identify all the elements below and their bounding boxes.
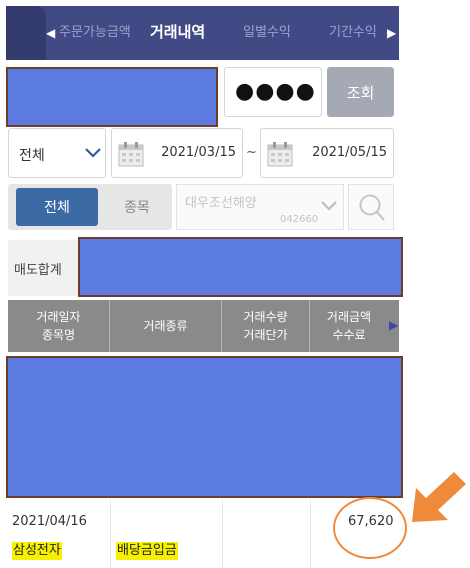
column-header-amount: 거래금액 수수료 — [326, 310, 372, 342]
amount-highlight-circle — [333, 497, 407, 559]
table-scroll-right-icon[interactable]: ▶ — [389, 318, 398, 332]
scope-all-button[interactable]: 전체 — [16, 188, 98, 226]
chevron-down-icon — [85, 148, 101, 158]
calendar-icon — [118, 142, 144, 167]
date-range-separator: ~ — [246, 145, 257, 160]
stock-name: 대우조선해양 — [185, 196, 257, 211]
tab-period-profit[interactable]: 기간수익 — [329, 24, 377, 42]
row-date: 2021/04/16 — [12, 514, 87, 529]
chevron-down-icon — [321, 201, 337, 211]
tab-orderable-amount[interactable]: 주문가능금액 — [59, 24, 131, 42]
start-date-value: 2021/03/15 — [161, 145, 236, 160]
query-button[interactable]: 조회 — [327, 67, 394, 117]
tab-prev-icon[interactable]: ◀ — [46, 25, 55, 41]
tab-daily-profit[interactable]: 일별수익 — [243, 24, 291, 42]
scope-segmented-control: 전체 종목 — [8, 184, 172, 230]
sell-total-redacted — [78, 237, 403, 297]
transaction-type-select[interactable]: 전체 — [8, 128, 106, 178]
stock-select[interactable]: 대우조선해양 042660 — [176, 184, 344, 230]
stock-code: 042660 — [280, 214, 319, 225]
transaction-rows-redacted — [6, 356, 403, 498]
row-stock-name: 삼성전자 — [12, 542, 62, 560]
table-header: 거래일자 종목명 거래종류 거래수량 거래단가 거래금액 수수료 ▶ — [8, 300, 399, 352]
column-header-quantity: 거래수량 거래단가 — [222, 300, 310, 352]
row-transaction-type: 배당금입금 — [116, 542, 178, 560]
sell-total-label: 매도합계 — [14, 263, 62, 278]
column-divider — [110, 500, 111, 568]
end-date-field[interactable]: 2021/05/15 — [260, 128, 394, 178]
account-number-redacted[interactable] — [6, 67, 218, 127]
transaction-type-value: 전체 — [19, 148, 45, 164]
password-mask: ●●●● — [235, 79, 316, 104]
end-date-value: 2021/05/15 — [312, 145, 387, 160]
column-divider — [310, 500, 311, 568]
tab-transaction-history[interactable]: 거래내역 — [150, 23, 205, 41]
calendar-icon — [267, 142, 293, 167]
tab-bar-handle[interactable] — [6, 6, 46, 60]
tab-next-icon[interactable]: ▶ — [387, 25, 396, 41]
start-date-field[interactable]: 2021/03/15 — [111, 128, 243, 178]
column-header-type: 거래종류 — [110, 300, 222, 352]
search-icon — [359, 194, 385, 221]
scope-stock-button[interactable]: 종목 — [102, 188, 172, 226]
column-divider — [222, 500, 223, 568]
annotation-arrow-icon — [412, 472, 466, 522]
password-field[interactable]: ●●●● — [224, 67, 322, 117]
column-header-date: 거래일자 종목명 — [8, 300, 110, 352]
stock-search-button[interactable] — [348, 184, 394, 230]
tab-bar: ◀ 주문가능금액 거래내역 일별수익 기간수익 ▶ — [6, 6, 399, 60]
